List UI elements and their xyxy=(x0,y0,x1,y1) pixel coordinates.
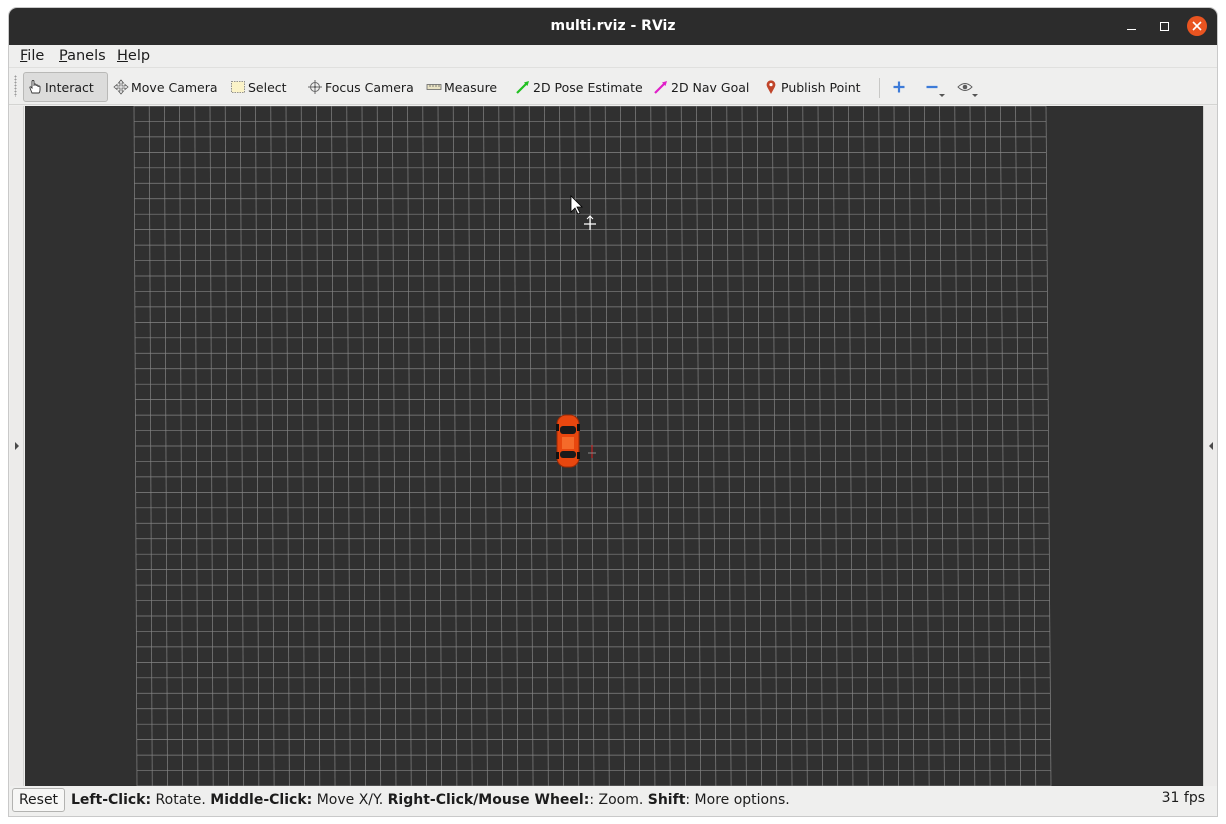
hint-rotate: Rotate. xyxy=(151,792,211,808)
tool-select[interactable]: Select xyxy=(229,72,287,102)
tool-measure[interactable]: Measure xyxy=(425,72,497,102)
hint-right-click: Right-Click/Mouse Wheel: xyxy=(387,792,590,808)
tool-publish-point[interactable]: Publish Point xyxy=(762,72,861,102)
eye-icon xyxy=(957,83,973,91)
mouse-cursor xyxy=(570,195,583,215)
maximize-icon xyxy=(1159,21,1169,31)
menu-help[interactable]: Help xyxy=(117,48,150,64)
selection-box-icon xyxy=(229,78,247,96)
hint-move: Move X/Y. xyxy=(312,792,388,808)
tool-publish-point-label: Publish Point xyxy=(781,79,861,95)
axes-marker xyxy=(584,215,596,230)
toolbar-grip[interactable] xyxy=(14,75,17,97)
green-arrow-icon xyxy=(514,78,532,96)
reset-button[interactable]: Reset xyxy=(12,788,65,812)
ruler-icon xyxy=(425,78,443,96)
tool-2d-nav-goal[interactable]: 2D Nav Goal xyxy=(652,72,749,102)
rviz-window: multi.rviz - RViz File Panels Help Inter… xyxy=(9,8,1217,816)
3d-render-panel[interactable] xyxy=(25,106,1203,786)
tool-move-camera[interactable]: Move Camera xyxy=(112,72,218,102)
menu-file-label: ile xyxy=(27,48,45,64)
maximize-button[interactable] xyxy=(1154,16,1174,36)
status-bar: Reset Left-Click: Rotate. Middle-Click: … xyxy=(9,786,1217,816)
hint-more: : More options. xyxy=(685,792,790,808)
tool-focus-camera-label: Focus Camera xyxy=(325,79,414,95)
close-icon xyxy=(1192,21,1202,31)
menu-panels-mnemonic: P xyxy=(59,48,68,64)
minimize-icon xyxy=(1126,28,1136,30)
status-hint: Left-Click: Rotate. Middle-Click: Move X… xyxy=(71,792,790,808)
add-tool-button[interactable] xyxy=(888,76,910,98)
minimize-button[interactable] xyxy=(1121,16,1141,36)
menu-bar: File Panels Help xyxy=(9,45,1217,67)
robot-frame-axes xyxy=(588,445,596,458)
toolbar-separator xyxy=(879,78,880,98)
tool-move-camera-label: Move Camera xyxy=(131,79,218,95)
tool-measure-label: Measure xyxy=(444,79,498,95)
tool-select-label: Select xyxy=(248,79,287,95)
tool-focus-camera[interactable]: Focus Camera xyxy=(306,72,414,102)
menu-help-label: elp xyxy=(127,48,151,64)
tool-interact-label: Interact xyxy=(45,79,94,95)
tool-2d-pose-estimate-label: 2D Pose Estimate xyxy=(533,79,643,95)
scene-overlay xyxy=(556,195,596,468)
main-view-area xyxy=(9,106,1217,786)
chevron-down-icon xyxy=(972,94,978,97)
right-dock-toggle[interactable] xyxy=(1203,106,1217,786)
fps-counter: 31 fps xyxy=(1161,790,1205,806)
chevron-down-icon xyxy=(939,94,945,97)
expand-left-icon xyxy=(15,442,19,450)
plus-icon xyxy=(893,81,905,93)
crosshair-target-icon xyxy=(306,78,324,96)
hint-shift: Shift xyxy=(647,792,686,808)
title-bar[interactable]: multi.rviz - RViz xyxy=(9,8,1217,45)
menu-panels[interactable]: Panels xyxy=(59,48,106,64)
hint-zoom: : Zoom. xyxy=(589,792,648,808)
left-dock-toggle[interactable] xyxy=(10,106,24,786)
move-arrows-icon xyxy=(112,78,130,96)
tool-2d-nav-goal-label: 2D Nav Goal xyxy=(671,79,750,95)
magenta-arrow-icon xyxy=(652,78,670,96)
menu-help-mnemonic: H xyxy=(117,48,128,64)
tool-2d-pose-estimate[interactable]: 2D Pose Estimate xyxy=(514,72,643,102)
map-pin-icon xyxy=(762,78,780,96)
menu-file[interactable]: File xyxy=(20,48,44,64)
tool-visibility-button[interactable] xyxy=(954,76,978,98)
tools-toolbar: Interact Move Camera Select Focus Camera xyxy=(9,67,1217,105)
minus-icon xyxy=(926,85,938,89)
car-model xyxy=(556,414,580,468)
close-button[interactable] xyxy=(1187,16,1207,36)
window-title: multi.rviz - RViz xyxy=(550,18,676,34)
remove-tool-button[interactable] xyxy=(921,76,945,98)
tool-interact[interactable]: Interact xyxy=(23,72,108,102)
hint-left-click: Left-Click: xyxy=(71,792,152,808)
hand-pointer-icon xyxy=(26,78,44,96)
menu-panels-label: anels xyxy=(67,48,106,64)
expand-right-icon xyxy=(1209,442,1213,450)
hint-middle-click: Middle-Click: xyxy=(210,792,313,808)
